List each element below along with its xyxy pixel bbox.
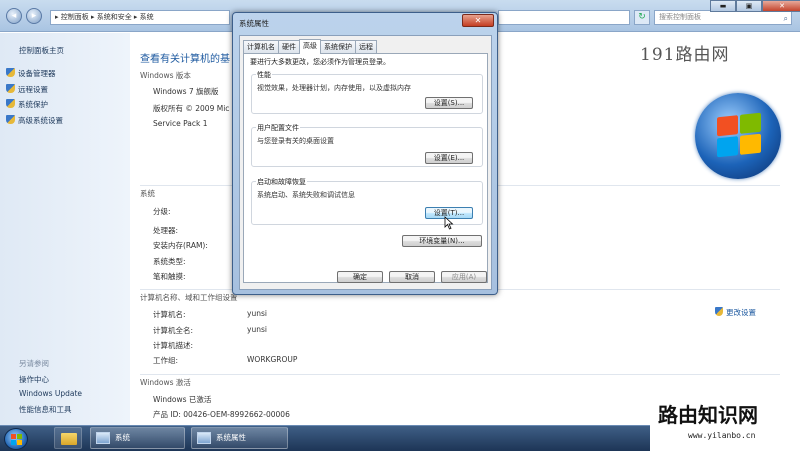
activation-header: Windows 激活 <box>140 378 191 387</box>
group-label: 性能 <box>256 70 272 80</box>
minimize-button[interactable]: ▬ <box>710 0 736 12</box>
shield-icon <box>6 84 15 93</box>
group-label: 启动和故障恢复 <box>256 177 307 187</box>
dialog-title: 系统属性 <box>239 19 269 28</box>
refresh-icon[interactable]: ↻ <box>634 10 650 25</box>
start-button[interactable] <box>4 428 28 450</box>
activation-status: Windows 已激活 <box>153 395 212 404</box>
computer-icon <box>96 432 110 444</box>
nav-label: 系统保护 <box>18 100 48 109</box>
system-type-label: 系统类型: <box>153 257 186 266</box>
taskbar-item-label: 系统 <box>115 433 130 442</box>
edition-header: Windows 版本 <box>140 71 191 80</box>
workgroup-label: 工作组: <box>153 356 179 365</box>
nav-label: 高级系统设置 <box>18 116 63 125</box>
group-description: 与您登录有关的桌面设置 <box>257 137 334 145</box>
search-input[interactable]: 搜索控制面板 ⌕ <box>654 10 792 25</box>
tab-computer-name[interactable]: 计算机名 <box>243 40 279 53</box>
taskbar-item-system[interactable]: 系统 <box>90 427 185 449</box>
dialog-body: 计算机名 硬件 高级 系统保护 远程 要进行大多数更改，您必须作为管理员登录。 … <box>239 35 492 290</box>
user-profiles-settings-button[interactable]: 设置(E)... <box>425 152 473 164</box>
page-title: 查看有关计算机的基 <box>140 54 230 65</box>
computer-name-label: 计算机名: <box>153 310 186 319</box>
remote-settings-link[interactable]: 远程设置 <box>6 84 48 95</box>
cancel-button[interactable]: 取消 <box>389 271 435 283</box>
rating-label: 分级: <box>153 207 171 216</box>
performance-settings-button[interactable]: 设置(S)... <box>425 97 473 109</box>
tab-advanced[interactable]: 高级 <box>299 39 321 54</box>
action-center-link[interactable]: 操作中心 <box>19 374 49 385</box>
see-also-header: 另请参阅 <box>19 359 49 368</box>
taskbar-explorer-button[interactable] <box>54 427 82 449</box>
mouse-cursor-icon <box>444 216 454 230</box>
tab-strip: 计算机名 硬件 高级 系统保护 远程 <box>243 39 377 54</box>
address-bar[interactable]: ▸ 控制面板 ▸ 系统和安全 ▸ 系统 <box>50 10 230 25</box>
control-panel-home-link[interactable]: 控制面板主页 <box>19 45 64 56</box>
watermark-title: 路由知识网 <box>658 403 758 427</box>
ok-button[interactable]: 确定 <box>337 271 383 283</box>
memory-label: 安装内存(RAM): <box>153 241 208 250</box>
group-label: 用户配置文件 <box>256 123 300 133</box>
advanced-system-settings-link[interactable]: 高级系统设置 <box>6 115 63 126</box>
address-bar-extension[interactable] <box>498 10 630 25</box>
computer-name-value: yunsi <box>247 309 267 318</box>
window-controls: ▬ ▣ ✕ <box>710 0 800 12</box>
performance-tools-link[interactable]: 性能信息和工具 <box>19 404 72 415</box>
admin-note: 要进行大多数更改，您必须作为管理员登录。 <box>250 58 390 66</box>
shield-icon <box>715 307 723 316</box>
user-profiles-group: 用户配置文件 与您登录有关的桌面设置 设置(E)... <box>251 123 483 167</box>
computer-icon <box>197 432 211 444</box>
shield-icon <box>6 115 15 124</box>
full-name-label: 计算机全名: <box>153 326 194 335</box>
shield-icon <box>6 99 15 108</box>
close-button[interactable]: ✕ <box>762 0 800 12</box>
forward-icon[interactable]: ▸ <box>26 8 42 24</box>
system-protection-link[interactable]: 系统保护 <box>6 99 48 110</box>
device-manager-link[interactable]: 设备管理器 <box>6 68 56 79</box>
windows-update-link[interactable]: Windows Update <box>19 389 82 398</box>
watermark-top: 191路由网 <box>640 45 730 65</box>
edition-value: Windows 7 旗舰版 <box>153 87 219 96</box>
tab-system-protection[interactable]: 系统保护 <box>320 40 356 53</box>
search-icon: ⌕ <box>783 14 788 23</box>
group-description: 视觉效果，处理器计划，内存使用，以及虚拟内存 <box>257 84 411 92</box>
maximize-button[interactable]: ▣ <box>736 0 762 12</box>
processor-label: 处理器: <box>153 226 179 235</box>
environment-variables-button[interactable]: 环境变量(N)... <box>402 235 482 247</box>
windows-flag-icon <box>717 112 761 158</box>
folder-icon <box>61 433 77 445</box>
watermark-bottom: 路由知识网 www.yilanbo.cn <box>650 395 800 451</box>
group-description: 系统启动、系统失败和调试信息 <box>257 191 355 199</box>
change-settings-label: 更改设置 <box>726 308 756 317</box>
shield-icon <box>6 68 15 77</box>
back-icon[interactable]: ◂ <box>6 8 22 24</box>
workgroup-value: WORKGROUP <box>247 355 298 364</box>
tab-hardware[interactable]: 硬件 <box>278 40 300 53</box>
dialog-close-button[interactable]: ✕ <box>462 14 494 27</box>
full-name-value: yunsi <box>247 325 267 334</box>
divider <box>140 374 780 375</box>
nav-label: 设备管理器 <box>18 69 56 78</box>
copyright-text: 版权所有 © 2009 Mic <box>153 104 230 113</box>
left-navigation: 控制面板主页 设备管理器 远程设置 系统保护 高级系统设置 另请参阅 操作中心 … <box>0 33 130 425</box>
product-id: 产品 ID: 00426-OEM-8992662-00006 <box>153 410 290 419</box>
service-pack-text: Service Pack 1 <box>153 119 208 128</box>
watermark-url: www.yilanbo.cn <box>688 431 756 440</box>
pen-touch-label: 笔和触摸: <box>153 272 186 281</box>
windows-flag-icon <box>11 434 22 445</box>
description-label: 计算机描述: <box>153 341 194 350</box>
system-properties-dialog: 系统属性 ✕ 计算机名 硬件 高级 系统保护 远程 要进行大多数更改，您必须作为… <box>232 12 498 295</box>
computer-name-header: 计算机名称、域和工作组设置 <box>140 293 238 302</box>
windows-logo <box>695 93 781 179</box>
change-settings-link[interactable]: 更改设置 <box>715 307 756 318</box>
performance-group: 性能 视觉效果，处理器计划，内存使用，以及虚拟内存 设置(S)... <box>251 70 483 114</box>
nav-label: 远程设置 <box>18 85 48 94</box>
taskbar-item-label: 系统属性 <box>216 433 246 442</box>
system-header: 系统 <box>140 189 155 198</box>
advanced-tab-panel: 要进行大多数更改，您必须作为管理员登录。 性能 视觉效果，处理器计划，内存使用，… <box>243 53 488 283</box>
search-placeholder: 搜索控制面板 <box>659 13 701 21</box>
apply-button[interactable]: 应用(A) <box>441 271 487 283</box>
tab-remote[interactable]: 远程 <box>355 40 377 53</box>
taskbar-item-system-properties[interactable]: 系统属性 <box>191 427 288 449</box>
